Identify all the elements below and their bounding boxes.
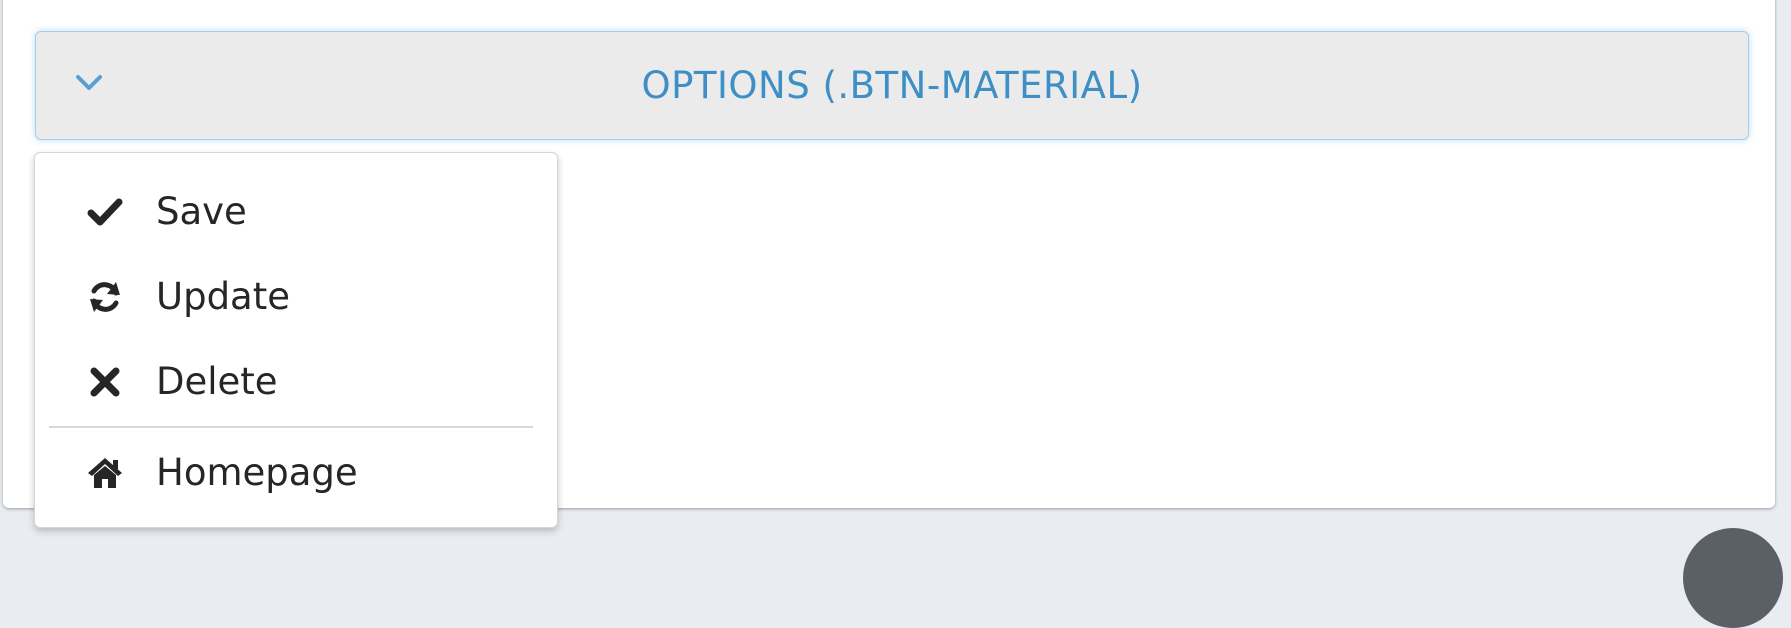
menu-item-update[interactable]: Update — [35, 262, 557, 332]
menu-divider — [49, 426, 533, 428]
refresh-icon — [90, 282, 120, 312]
menu-item-delete[interactable]: Delete — [35, 347, 557, 417]
options-dropdown-menu: Save Update Delete Homepage — [34, 152, 558, 528]
menu-item-label: Save — [156, 190, 247, 233]
menu-item-save[interactable]: Save — [35, 177, 557, 247]
options-dropdown-button[interactable]: OPTIONS (.BTN-MATERIAL) — [35, 31, 1749, 140]
home-icon — [88, 458, 122, 488]
options-dropdown-label: OPTIONS (.BTN-MATERIAL) — [641, 64, 1143, 107]
menu-item-homepage[interactable]: Homepage — [35, 438, 557, 508]
menu-item-label: Update — [156, 275, 290, 318]
close-icon — [90, 367, 120, 397]
check-icon — [87, 198, 123, 226]
menu-item-label: Delete — [156, 360, 278, 403]
floating-action-button[interactable] — [1683, 528, 1783, 628]
menu-item-label: Homepage — [156, 451, 358, 494]
